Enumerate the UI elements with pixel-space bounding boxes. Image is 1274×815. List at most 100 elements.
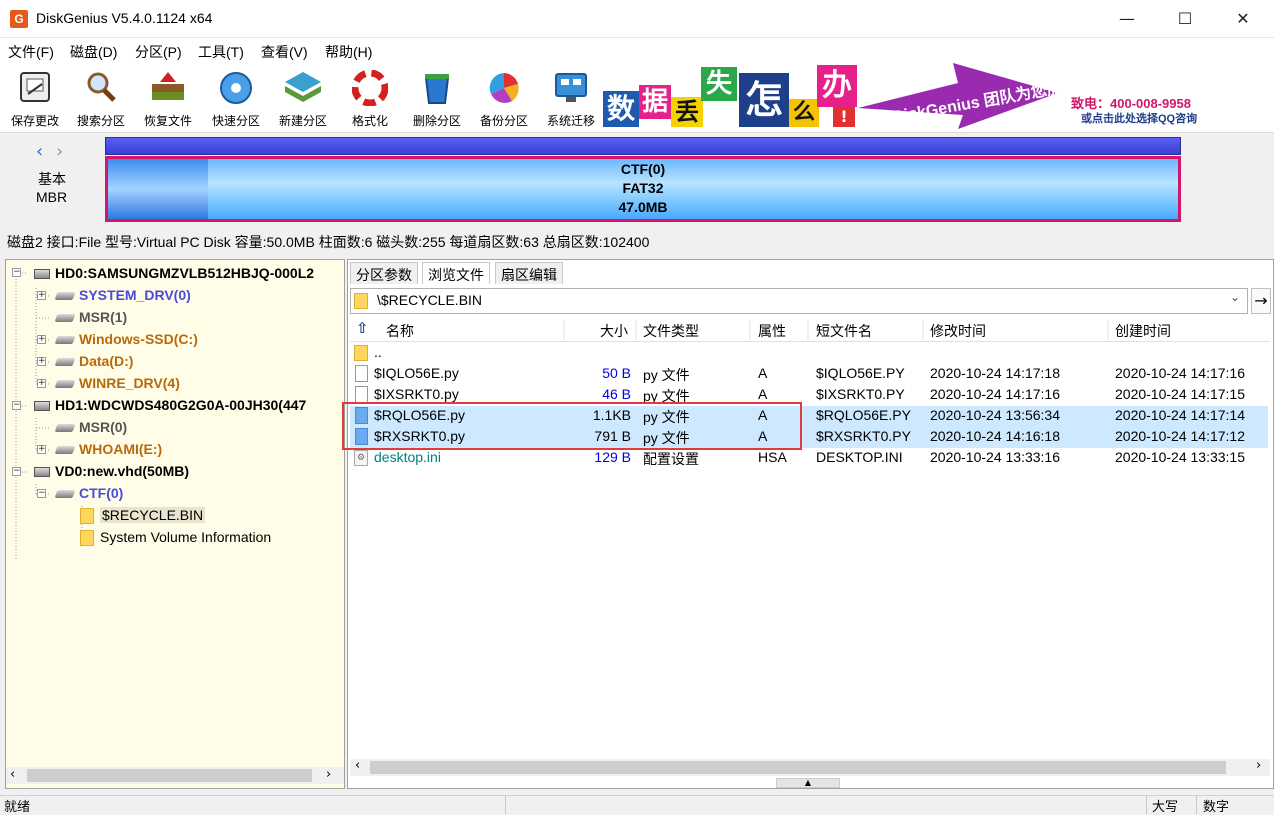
tree-partition-msr1[interactable]: MSR(1) [54, 309, 127, 325]
partition-icon [54, 424, 76, 433]
scroll-left-arrow-icon[interactable]: ‹ [355, 758, 360, 773]
banner-char: 办 [817, 65, 857, 107]
menu-partition[interactable]: 分区(P) [135, 42, 182, 62]
app-logo-icon: G [10, 10, 28, 28]
save-icon [15, 70, 55, 108]
hard-disk-icon [34, 401, 50, 412]
folder-icon [80, 508, 94, 525]
status-divider [1196, 796, 1197, 814]
tree-partition-winre[interactable]: WINRE_DRV(4) [54, 375, 180, 391]
menu-view[interactable]: 查看(V) [261, 42, 308, 62]
close-button[interactable]: ✕ [1214, 0, 1272, 38]
tab-sector-edit[interactable]: 扇区编辑 [495, 262, 563, 284]
partition-icon [54, 380, 76, 389]
path-dropdown-chevron-icon[interactable]: ⌄ [1230, 290, 1240, 304]
tree-expand-toggle[interactable]: + [37, 357, 46, 366]
tree-scroll-thumb[interactable] [27, 769, 312, 782]
scroll-right-arrow-icon[interactable]: › [1256, 758, 1261, 773]
file-icon [355, 386, 368, 403]
banner-char: 失 [701, 67, 737, 101]
tree-folder-system-volume-info[interactable]: System Volume Information [80, 529, 271, 547]
num-lock-indicator: 数字 [1203, 799, 1230, 814]
tree-partition-data[interactable]: Data(D:) [54, 353, 133, 369]
menu-disk[interactable]: 磁盘(D) [70, 42, 117, 62]
menu-tools[interactable]: 工具(T) [198, 42, 244, 62]
tree-disk-vd0[interactable]: VD0:new.vhd(50MB) [34, 463, 189, 479]
banner-qq[interactable]: 或点击此处选择QQ咨询 [1081, 110, 1197, 126]
disk-type-label: 基本 [38, 171, 66, 187]
partition-icon [54, 336, 76, 345]
new-partition-button[interactable]: 新建分区 [270, 64, 336, 130]
backup-partition-button[interactable]: 备份分区 [471, 64, 537, 130]
quick-partition-button[interactable]: 快速分区 [203, 64, 269, 130]
tree-folder-recycle-bin[interactable]: $RECYCLE.BIN [80, 507, 206, 525]
banner-char: 丢 [671, 97, 703, 127]
scroll-left-arrow-icon[interactable]: ‹ [10, 767, 15, 782]
tree-partition-ctf[interactable]: CTF(0) [54, 485, 123, 501]
file-row-parent[interactable]: .. [350, 343, 1268, 364]
tree-collapse-toggle[interactable]: − [12, 401, 21, 410]
tab-partition-params[interactable]: 分区参数 [350, 262, 418, 284]
column-dividers [563, 320, 1109, 340]
highlight-box [342, 402, 802, 450]
virtual-disk-icon [34, 467, 50, 478]
disk-overview-bar[interactable] [105, 137, 1181, 155]
hard-disk-icon [34, 269, 50, 280]
path-bar[interactable] [350, 288, 1248, 314]
folder-icon [80, 530, 94, 547]
delete-partition-button[interactable]: 删除分区 [404, 64, 470, 130]
system-migrate-button[interactable]: 系统迁移 [538, 64, 604, 130]
tree-expand-toggle[interactable]: + [37, 445, 46, 454]
menu-bar [0, 38, 1274, 63]
go-arrow-icon[interactable]: → [1251, 288, 1271, 314]
window-title: DiskGenius V5.4.0.1124 x64 [36, 10, 213, 26]
status-divider [1146, 796, 1147, 814]
prev-disk-arrow-icon[interactable]: ‹ [36, 141, 43, 162]
tree-expand-toggle[interactable]: + [37, 291, 46, 300]
tree-partition-msr0[interactable]: MSR(0) [54, 419, 127, 435]
maximize-button[interactable]: ☐ [1156, 0, 1214, 38]
file-row[interactable]: ⚙ desktop.ini 129 B 配置设置 HSA DESKTOP.INI… [350, 448, 1268, 469]
partition-icon [54, 358, 76, 367]
tree-partition-windows-ssd[interactable]: Windows-SSD(C:) [54, 331, 198, 347]
partition-name: CTF(0) [620, 161, 666, 177]
banner-char: 么 [789, 99, 819, 127]
minimize-button[interactable]: — [1098, 0, 1156, 38]
tree-expand-toggle[interactable]: + [37, 379, 46, 388]
backup-icon [484, 70, 524, 108]
search-partition-button[interactable]: 搜索分区 [68, 64, 134, 130]
search-icon [81, 70, 121, 108]
save-changes-button[interactable]: 保存更改 [2, 64, 68, 130]
migrate-icon [551, 70, 591, 108]
tree-partition-whoami[interactable]: WHOAMI(E:) [54, 441, 162, 457]
next-disk-arrow-icon[interactable]: › [56, 141, 63, 162]
scroll-right-arrow-icon[interactable]: › [326, 767, 331, 782]
menu-file[interactable]: 文件(F) [8, 42, 54, 62]
file-row[interactable]: $IQLO56E.py 50 B py 文件 A $IQLO56E.PY 202… [350, 364, 1268, 385]
tree-disk-hd0[interactable]: HD0:SAMSUNGMZVLB512HBJQ-000L2 [34, 265, 314, 281]
file-icon [355, 365, 368, 382]
format-icon [350, 69, 390, 108]
current-path[interactable]: \$RECYCLE.BIN [377, 292, 482, 308]
banner-char: ! [833, 107, 855, 127]
tab-browse-files[interactable]: 浏览文件 [422, 262, 490, 284]
settings-file-icon: ⚙ [354, 450, 368, 466]
delete-icon [417, 70, 457, 108]
caps-lock-indicator: 大写 [1152, 799, 1179, 814]
status-bar [0, 795, 1274, 815]
format-button[interactable]: 格式化 [337, 64, 403, 130]
tree-expand-toggle[interactable]: + [37, 335, 46, 344]
tree-collapse-toggle[interactable]: − [12, 268, 21, 277]
promo-banner[interactable]: 数 据 丢 失 怎 么 办 ! DiskGenius 团队为您服务 致电：400… [603, 63, 1215, 129]
tree-partition-system-drv[interactable]: SYSTEM_DRV(0) [54, 287, 191, 303]
tree-disk-hd1[interactable]: HD1:WDCWDS480G2G0A-00JH30(447 [34, 397, 306, 413]
tree-collapse-toggle[interactable]: − [12, 467, 21, 476]
folder-icon [354, 345, 368, 361]
tree-collapse-toggle[interactable]: − [37, 489, 46, 498]
partition-fs: FAT32 [622, 180, 664, 196]
splitter-up-arrow-icon[interactable]: ▲ [776, 778, 840, 788]
file-scroll-thumb[interactable] [370, 761, 1226, 774]
banner-char: 怎 [739, 73, 789, 127]
menu-help[interactable]: 帮助(H) [325, 42, 372, 62]
recover-files-button[interactable]: 恢复文件 [135, 64, 201, 130]
